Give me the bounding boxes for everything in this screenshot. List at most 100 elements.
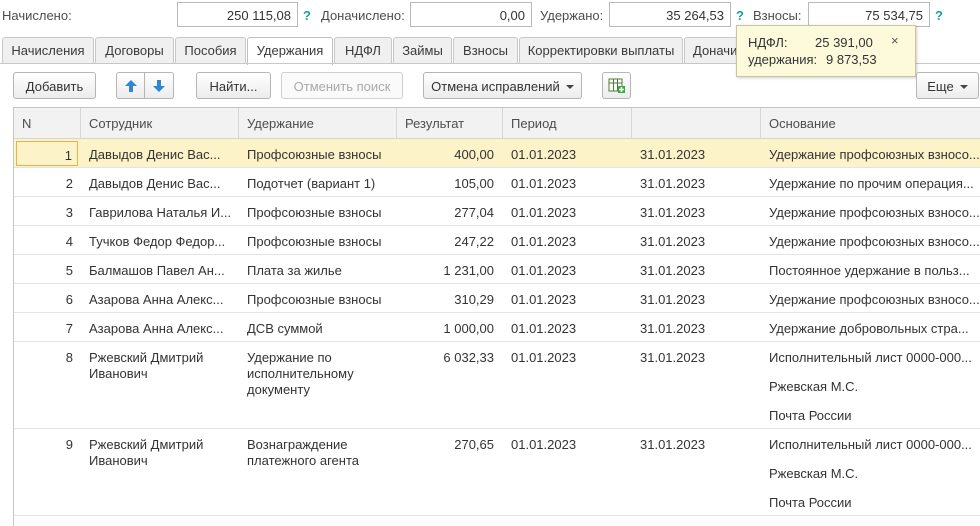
period-start-cell: 01.01.2023: [511, 437, 577, 452]
arrow-down-icon: [153, 80, 165, 92]
additional-field[interactable]: 0,00: [410, 2, 532, 27]
deduction-cell: ДСВ суммой: [247, 321, 323, 336]
basis-cell: Постоянное удержание в польз...: [769, 263, 970, 278]
result-cell: 6 032,33: [443, 350, 494, 365]
deductions-table: N Сотрудник Удержание Результат Период О…: [13, 107, 980, 526]
period-end-cell: 31.01.2023: [640, 263, 706, 278]
table-row[interactable]: 9 Ржевский Дмитрий Иванович Вознагражден…: [14, 429, 980, 516]
deduction-cell: Профсоюзные взносы: [247, 147, 382, 162]
column-header-deduction[interactable]: Удержание: [247, 116, 314, 131]
find-button[interactable]: Найти...: [196, 72, 271, 99]
contributions-field[interactable]: 75 534,75: [808, 2, 930, 27]
column-header-period[interactable]: Период: [511, 116, 557, 131]
table-row[interactable]: 7 Азарова Анна Алекс... ДСВ суммой 1 000…: [14, 313, 980, 342]
result-cell: 270,65: [454, 437, 494, 452]
column-header-employee[interactable]: Сотрудник: [89, 116, 152, 131]
withheld-label: Удержано:: [540, 8, 604, 23]
cancel-corrections-button[interactable]: Отмена исправлений: [423, 72, 582, 99]
employee-cell: Балмашов Павел Ан...: [89, 263, 225, 278]
tab-loans[interactable]: Займы: [393, 37, 452, 64]
tab-ndfl[interactable]: НДФЛ: [334, 37, 392, 64]
deduction-cell: Плата за жилье: [247, 263, 342, 278]
period-end-cell: 31.01.2023: [640, 437, 706, 452]
basis-cell-recipient: Ржевская М.С.: [769, 466, 859, 481]
ndfl-tooltip: НДФЛ: 25 391,00 удержания: 9 873,53 ×: [736, 25, 916, 77]
add-button[interactable]: Добавить: [13, 72, 96, 99]
table-row[interactable]: 4 Тучков Федор Федор... Профсоюзные взно…: [14, 226, 980, 255]
basis-cell: Удержание профсоюзных взносо...: [769, 234, 979, 249]
basis-cell: Удержание по прочим операция...: [769, 176, 974, 191]
table-header: N Сотрудник Удержание Результат Период О…: [14, 108, 980, 139]
result-cell: 105,00: [454, 176, 494, 191]
cancel-corrections-label: Отмена исправлений: [431, 79, 560, 94]
table-row[interactable]: 1 Давыдов Денис Вас... Профсоюзные взнос…: [14, 139, 980, 168]
employee-cell: Ржевский Дмитрий Иванович: [89, 437, 204, 468]
period-end-cell: 31.01.2023: [640, 292, 706, 307]
period-start-cell: 01.01.2023: [511, 205, 577, 220]
basis-cell: Удержание добровольных стра...: [769, 321, 969, 336]
tab-payment-corrections[interactable]: Корректировки выплаты: [519, 37, 683, 64]
move-down-button[interactable]: [145, 72, 174, 99]
result-cell: 310,29: [454, 292, 494, 307]
deduction-cell: Удержание по исполнительному документу: [247, 350, 354, 397]
tooltip-withheld-value: 9 873,53: [826, 52, 877, 67]
arrow-up-icon: [125, 80, 137, 92]
withheld-field[interactable]: 35 264,53: [609, 2, 731, 27]
column-header-basis[interactable]: Основание: [769, 116, 836, 131]
move-up-button[interactable]: [116, 72, 145, 99]
row-number: 5: [65, 263, 73, 278]
accrued-help-icon[interactable]: ?: [303, 8, 311, 23]
row-number: 2: [65, 176, 73, 191]
withheld-help-icon[interactable]: ?: [736, 8, 744, 23]
row-number: 4: [65, 234, 73, 249]
row-number: 7: [65, 321, 73, 336]
tooltip-ndfl-label: НДФЛ:: [748, 35, 788, 50]
deduction-cell: Профсоюзные взносы: [247, 205, 382, 220]
accrued-field[interactable]: 250 115,08: [177, 2, 298, 27]
table-row[interactable]: 2 Давыдов Денис Вас... Подотчет (вариант…: [14, 168, 980, 197]
result-cell: 400,00: [454, 147, 494, 162]
basis-cell-payment-method: Почта России: [769, 408, 852, 423]
period-end-cell: 31.01.2023: [640, 205, 706, 220]
period-end-cell: 31.01.2023: [640, 321, 706, 336]
table-row[interactable]: 8 Ржевский Дмитрий Иванович Удержание по…: [14, 342, 980, 429]
tab-contributions[interactable]: Взносы: [453, 37, 518, 64]
tab-additional-accruals[interactable]: Доначи: [684, 37, 744, 64]
period-end-cell: 31.01.2023: [640, 350, 706, 365]
employee-cell: Гаврилова Наталья И...: [89, 205, 232, 220]
basis-cell: Удержание профсоюзных взносо...: [769, 292, 979, 307]
table-settings-icon: [608, 78, 625, 93]
tooltip-ndfl-value: 25 391,00: [815, 35, 873, 50]
table-row[interactable]: 5 Балмашов Павел Ан... Плата за жилье 1 …: [14, 255, 980, 284]
deduction-cell: Профсоюзные взносы: [247, 234, 382, 249]
tab-accruals[interactable]: Начисления: [2, 37, 94, 64]
row-number: 6: [65, 292, 73, 307]
additional-label: Доначислено:: [321, 8, 405, 23]
column-header-n[interactable]: N: [22, 116, 31, 131]
cancel-search-button[interactable]: Отменить поиск: [281, 72, 403, 99]
column-header-result[interactable]: Результат: [405, 116, 464, 131]
tooltip-withheld-label: удержания:: [748, 52, 818, 67]
result-cell: 277,04: [454, 205, 494, 220]
deduction-cell: Подотчет (вариант 1): [247, 176, 376, 191]
accrued-label: Начислено:: [2, 8, 72, 23]
period-start-cell: 01.01.2023: [511, 263, 577, 278]
tab-benefits[interactable]: Пособия: [175, 37, 246, 64]
employee-cell: Тучков Федор Федор...: [89, 234, 226, 249]
tab-contracts[interactable]: Договоры: [95, 37, 174, 64]
table-row[interactable]: 3 Гаврилова Наталья И... Профсоюзные взн…: [14, 197, 980, 226]
period-end-cell: 31.01.2023: [640, 176, 706, 191]
row-number: 9: [65, 437, 73, 452]
contributions-help-icon[interactable]: ?: [935, 8, 943, 23]
result-cell: 247,22: [454, 234, 494, 249]
period-start-cell: 01.01.2023: [511, 147, 577, 162]
tab-deductions[interactable]: Удержания: [247, 37, 333, 65]
period-end-cell: 31.01.2023: [640, 234, 706, 249]
basis-cell: Удержание профсоюзных взносо...: [769, 205, 979, 220]
column-settings-button[interactable]: [602, 72, 631, 99]
period-start-cell: 01.01.2023: [511, 176, 577, 191]
table-row[interactable]: 6 Азарова Анна Алекс... Профсоюзные взно…: [14, 284, 980, 313]
chevron-down-icon: [565, 84, 574, 89]
more-button[interactable]: Еще: [916, 72, 979, 99]
close-icon[interactable]: ×: [891, 33, 899, 48]
